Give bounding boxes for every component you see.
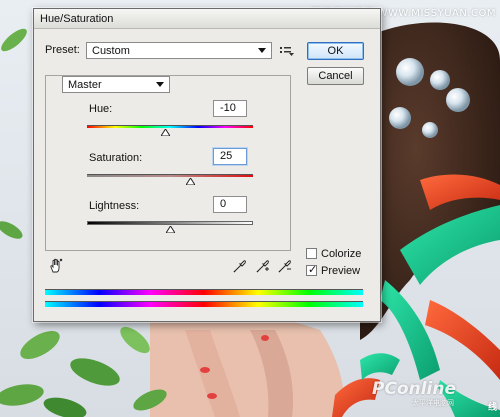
- input-color-strip: [45, 289, 363, 295]
- hue-slider-track[interactable]: [87, 125, 253, 128]
- saturation-input[interactable]: 25: [213, 148, 247, 165]
- hue-slider-thumb[interactable]: [160, 129, 170, 136]
- colorize-label: Colorize: [321, 248, 362, 260]
- eyedropper-icon[interactable]: [233, 259, 247, 273]
- channel-value: Master: [68, 79, 102, 91]
- channel-dropdown[interactable]: Master: [62, 76, 170, 93]
- watermark-corner: 线: [487, 403, 497, 413]
- preview-check-mark: ✓: [308, 264, 318, 276]
- hue-label: Hue:: [89, 103, 113, 115]
- lightness-input[interactable]: 0: [213, 196, 247, 213]
- preview-checkbox[interactable]: ✓: [306, 264, 318, 276]
- preset-value: Custom: [92, 45, 130, 57]
- output-color-strip: [45, 301, 363, 307]
- eyedropper-plus-icon[interactable]: [256, 259, 270, 273]
- cancel-button[interactable]: Cancel: [307, 67, 364, 85]
- dialog-titlebar[interactable]: Hue/Saturation: [34, 9, 380, 29]
- lightness-slider-track[interactable]: [87, 221, 253, 225]
- watermark-pconline-sub: 太平洋电脑网: [412, 399, 454, 407]
- targeted-adjustment-hand-icon[interactable]: [48, 258, 64, 274]
- saturation-slider-thumb[interactable]: [186, 178, 196, 185]
- lightness-label: Lightness:: [89, 200, 140, 212]
- saturation-slider-track[interactable]: [87, 174, 253, 177]
- eyedropper-minus-icon[interactable]: [278, 259, 292, 273]
- preset-label: Preset:: [45, 44, 80, 56]
- preset-dropdown[interactable]: Custom: [86, 42, 272, 59]
- hue-input[interactable]: -10: [213, 100, 247, 117]
- chevron-down-icon: [156, 82, 164, 87]
- ok-button[interactable]: OK: [307, 42, 364, 60]
- lightness-slider-thumb[interactable]: [165, 226, 175, 233]
- chevron-down-icon: [258, 48, 266, 53]
- colorize-checkbox[interactable]: [306, 248, 317, 259]
- watermark-pconline: PConline: [371, 379, 456, 399]
- dialog-title: Hue/Saturation: [40, 13, 114, 25]
- saturation-label: Saturation:: [89, 152, 143, 164]
- hue-saturation-dialog: Hue/Saturation Preset: Custom OK Cancel …: [33, 8, 381, 322]
- preset-options-icon[interactable]: [280, 46, 294, 56]
- preview-label: Preview: [321, 265, 361, 277]
